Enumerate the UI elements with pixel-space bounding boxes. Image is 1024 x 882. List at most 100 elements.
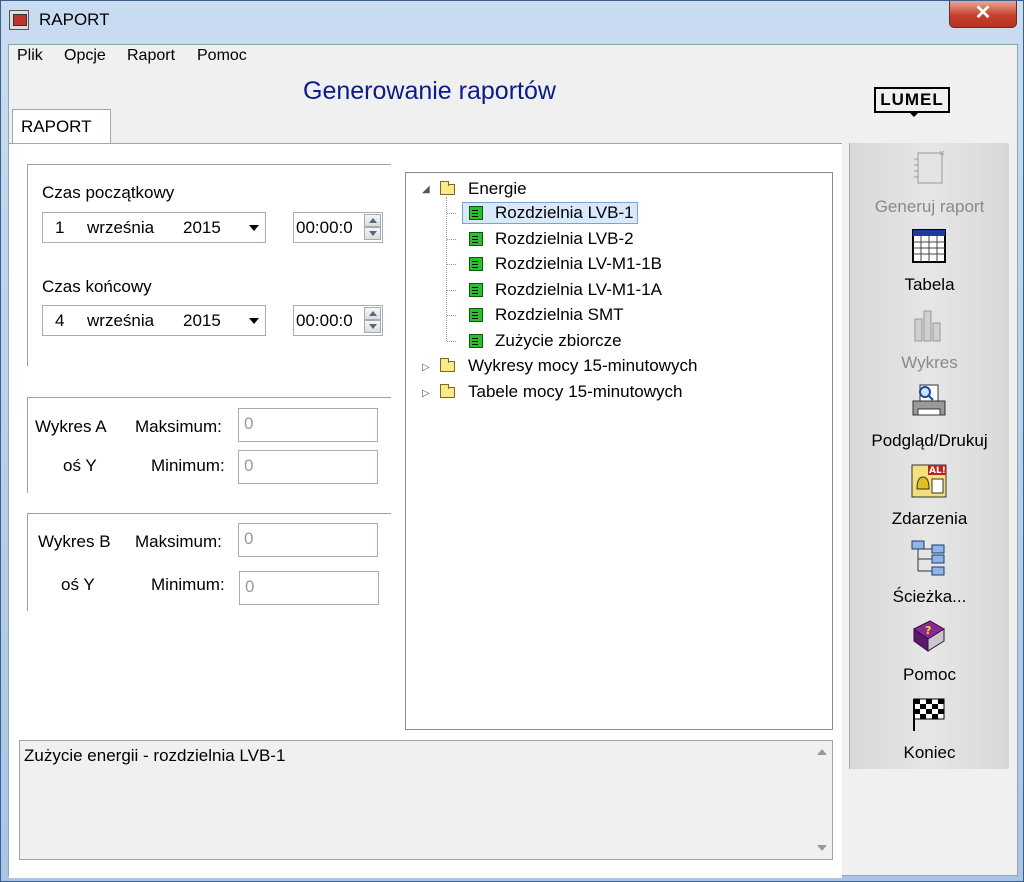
folder-icon [440, 358, 455, 372]
end-time-value: 00:00:0 [296, 311, 353, 330]
scroll-down-icon[interactable] [817, 845, 827, 851]
chart-a-min-label: Minimum: [151, 456, 225, 475]
generate-report-label: Generuj raport [874, 197, 985, 216]
end-month: września [87, 311, 155, 330]
path-button[interactable]: Ścieżka... [850, 533, 1009, 611]
folder-icon [440, 181, 455, 195]
table-icon [912, 229, 946, 263]
generate-report-button[interactable]: Generuj raport [850, 143, 1009, 221]
lumel-logo: LUMEL [874, 87, 950, 113]
events-label: Zdarzenia [891, 509, 968, 528]
app-icon[interactable] [9, 10, 29, 30]
spin-down-icon[interactable] [364, 227, 381, 240]
menu-bar: Plik Opcje Raport Pomoc [9, 45, 1017, 68]
tree-connector [447, 239, 456, 240]
report-doc-icon [469, 206, 483, 220]
svg-text:?: ? [925, 624, 931, 637]
scroll-up-icon[interactable] [817, 749, 827, 755]
help-button[interactable]: ? Pomoc [850, 611, 1009, 689]
report-doc-icon [469, 308, 483, 322]
checkered-flag-icon [913, 698, 945, 731]
start-date-picker[interactable]: 1 września 2015 [42, 212, 266, 243]
spin-up-icon[interactable] [364, 214, 381, 227]
tab-raport[interactable]: RAPORT [12, 109, 111, 144]
chart-icon [914, 310, 941, 342]
collapse-icon[interactable]: ◢ [422, 184, 430, 195]
end-year: 2015 [183, 311, 221, 330]
start-month: września [87, 218, 155, 237]
menu-plik[interactable]: Plik [17, 47, 43, 65]
end-time-label: Czas końcowy [42, 277, 152, 296]
chart-a-max-input[interactable]: 0 [238, 408, 378, 442]
spin-down-icon[interactable] [364, 320, 381, 333]
menu-raport[interactable]: Raport [127, 47, 175, 65]
title-bar[interactable]: RAPORT ✕ [1, 1, 1023, 39]
chart-a-max-label: Maksimum: [135, 417, 222, 436]
report-doc-icon [469, 334, 483, 348]
tree-node-report[interactable]: Rozdzielnia LVB-2 [495, 229, 634, 249]
description-text: Zużycie energii - rozdzielnia LVB-1 [24, 746, 286, 765]
report-doc-icon [469, 257, 483, 271]
chart-b-axis-label: oś Y [61, 575, 95, 594]
group-divider [27, 397, 391, 398]
start-time-field[interactable]: 00:00:0 [293, 212, 383, 243]
start-time-value: 00:00:0 [296, 218, 353, 237]
tree-node-selected[interactable]: Rozdzielnia LVB-1 [462, 202, 638, 224]
close-button[interactable]: ✕ [949, 1, 1017, 28]
menu-opcje[interactable]: Opcje [64, 47, 106, 65]
help-book-icon: ? [913, 620, 945, 652]
chart-b-min-input[interactable]: 0 [239, 571, 379, 605]
chart-a-min-input[interactable]: 0 [238, 450, 378, 484]
expand-icon[interactable]: ▷ [422, 388, 430, 399]
report-doc-icon [469, 232, 483, 246]
expand-icon[interactable]: ▷ [422, 362, 430, 373]
chevron-down-icon[interactable] [249, 318, 259, 324]
tree-connector [446, 197, 447, 341]
svg-text:AL!: AL! [929, 466, 946, 476]
notebook-icon [914, 150, 945, 184]
chart-b-max-input[interactable]: 0 [238, 523, 378, 557]
description-box[interactable]: Zużycie energii - rozdzielnia LVB-1 [19, 740, 833, 860]
chart-a-axis-label: oś Y [63, 456, 97, 475]
tree-node-power-tables[interactable]: Tabele mocy 15-minutowych [468, 382, 682, 402]
exit-button[interactable]: Koniec [850, 689, 1009, 767]
print-preview-button[interactable]: Podgląd/Drukuj [850, 377, 1009, 455]
report-tree[interactable]: ◢ Energie Rozdzielnia LVB-1 Rozdzielnia … [405, 172, 833, 730]
menu-pomoc[interactable]: Pomoc [197, 47, 247, 65]
table-button[interactable]: Tabela [850, 221, 1009, 299]
start-time-label: Czas początkowy [42, 183, 175, 202]
chart-b-min-label: Minimum: [151, 575, 225, 594]
window-title: RAPORT [39, 10, 110, 29]
table-label: Tabela [904, 275, 955, 294]
group-divider [27, 397, 28, 493]
start-day: 1 [55, 218, 65, 237]
end-time-spinner[interactable] [364, 307, 381, 334]
tree-node-power-charts[interactable]: Wykresy mocy 15-minutowych [468, 356, 697, 376]
events-button[interactable]: AL! Zdarzenia [850, 455, 1009, 533]
chevron-down-icon[interactable] [249, 225, 259, 231]
tree-node-report[interactable]: Rozdzielnia LV-M1-1B [495, 254, 662, 274]
spin-up-icon[interactable] [364, 307, 381, 320]
end-date-picker[interactable]: 4 września 2015 [42, 305, 266, 336]
chart-b-max-label: Maksimum: [135, 532, 222, 551]
tree-node-energie[interactable]: Energie [468, 179, 527, 199]
tree-node-report[interactable]: Rozdzielnia SMT [495, 305, 624, 325]
chart-a-label: Wykres A [35, 417, 107, 436]
exit-label: Koniec [903, 743, 956, 762]
folder-tree-icon [911, 540, 945, 576]
group-divider [27, 513, 28, 611]
chart-b-label: Wykres B [38, 532, 111, 551]
alarm-icon: AL! [911, 464, 947, 498]
logo-mark [908, 111, 920, 117]
group-divider [27, 513, 391, 514]
tree-node-report[interactable]: Zużycie zbiorcze [495, 331, 622, 351]
end-time-field[interactable]: 00:00:0 [293, 305, 383, 336]
start-time-spinner[interactable] [364, 214, 381, 241]
tree-connector [447, 315, 456, 316]
tree-connector [447, 290, 456, 291]
chart-button[interactable]: Wykres [850, 299, 1009, 377]
tree-node-report[interactable]: Rozdzielnia LV-M1-1A [495, 280, 662, 300]
chart-label: Wykres [901, 353, 958, 372]
start-year: 2015 [183, 218, 221, 237]
action-sidebar: Generuj raport Tabela Wykres Podgląd/Dru… [849, 143, 1009, 769]
